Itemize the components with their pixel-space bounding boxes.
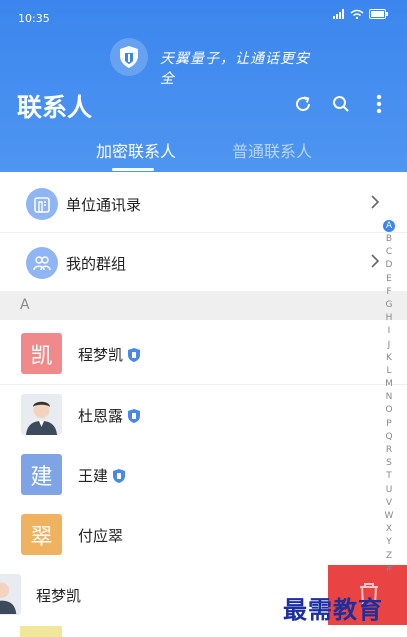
alphabet-letter[interactable]: W — [385, 510, 394, 523]
alphabet-letter[interactable]: T — [386, 470, 392, 483]
alphabet-letter[interactable]: G — [386, 299, 393, 312]
alphabet-letter[interactable]: L — [386, 365, 391, 378]
alphabet-letter[interactable]: F — [386, 286, 391, 299]
group-icon — [26, 247, 58, 279]
status-bar: 10:35 — [0, 0, 407, 34]
signal-icon — [333, 9, 344, 19]
alphabet-letter[interactable]: K — [386, 352, 392, 365]
alphabet-letter[interactable]: M — [385, 378, 393, 391]
brand-slogan: 天翼量子，让通话更安全 — [110, 38, 320, 87]
alphabet-letter[interactable]: J — [388, 339, 391, 352]
alphabet-letter[interactable]: N — [386, 391, 393, 404]
alphabet-letter[interactable]: I — [388, 325, 391, 338]
contact-row[interactable]: 翠 付应翠 — [0, 505, 407, 566]
contact-name: 王建 — [78, 467, 109, 485]
contact-row[interactable]: 建 王建 — [0, 445, 407, 506]
contact-tabs: 加密联系人 普通联系人 — [0, 134, 407, 172]
person-avatar-icon — [26, 401, 57, 435]
contact-name: 程梦凯 — [78, 346, 124, 364]
contact-name-row: 程梦凯 — [78, 344, 141, 365]
alphabet-letter[interactable]: D — [386, 259, 393, 272]
contact-row[interactable]: 凯 程梦凯 — [0, 324, 407, 385]
menu-label-org-directory: 单位通讯录 — [66, 196, 142, 214]
encrypted-shield-icon — [113, 469, 126, 483]
section-header-a: A — [0, 292, 407, 320]
alphabet-index[interactable]: A B C D E F G H I J K L M N O P Q R S T U V W X Y Z # — [378, 220, 400, 576]
contact-row[interactable]: 杜恩露 — [0, 385, 407, 446]
alphabet-letter[interactable]: B — [386, 233, 392, 246]
encrypted-shield-icon — [128, 409, 141, 423]
page-title: 联系人 — [17, 93, 93, 122]
more-vertical-icon — [376, 94, 382, 114]
wifi-icon — [350, 9, 364, 19]
alphabet-letter[interactable]: # — [385, 563, 393, 576]
refresh-icon — [296, 96, 311, 112]
tab-normal-contacts[interactable]: 普通联系人 — [232, 138, 312, 162]
chevron-right-icon — [371, 195, 380, 209]
watermark-text: 最需教育 — [283, 595, 383, 624]
section-letter: A — [20, 297, 30, 313]
header-actions — [293, 94, 389, 114]
slogan-text: 天翼量子，让通话更安全 — [160, 51, 310, 87]
avatar: 翠 — [21, 514, 62, 555]
alphabet-letter[interactable]: R — [386, 444, 392, 457]
contact-name: 付应翠 — [78, 527, 124, 545]
more-button[interactable] — [369, 94, 389, 114]
alphabet-letter[interactable]: U — [386, 484, 393, 497]
menu-label-my-groups: 我的群组 — [66, 255, 127, 273]
status-icons — [333, 9, 389, 19]
alphabet-letter[interactable]: X — [386, 523, 392, 536]
alphabet-letter[interactable]: A — [383, 220, 395, 232]
alphabet-letter[interactable]: E — [386, 273, 392, 286]
contact-name-row: 王建 — [78, 465, 126, 486]
alphabet-letter[interactable]: Z — [386, 550, 392, 563]
person-avatar-icon — [0, 582, 17, 614]
alphabet-letter[interactable]: S — [386, 457, 392, 470]
avatar — [0, 574, 21, 615]
shield-logo-icon — [110, 38, 148, 76]
app-header: 10:35 天翼量子，让通话更安全 联系人 加密联系人 普通联系人 — [0, 0, 407, 172]
menu-item-org-directory[interactable]: 单位通讯录 — [0, 174, 407, 233]
search-icon — [333, 96, 349, 112]
avatar: 建 — [21, 454, 62, 495]
avatar — [21, 394, 62, 435]
alphabet-letter[interactable]: P — [386, 418, 391, 431]
battery-icon — [369, 9, 388, 19]
encrypted-shield-icon — [128, 348, 141, 362]
alphabet-letter[interactable]: H — [386, 312, 393, 325]
building-icon — [26, 188, 58, 220]
tab-encrypted-contacts[interactable]: 加密联系人 — [96, 138, 176, 162]
contact-name: 杜恩露 — [78, 407, 124, 425]
alphabet-letter[interactable]: C — [386, 246, 392, 259]
alphabet-letter[interactable]: O — [385, 404, 392, 417]
active-tab-indicator — [112, 168, 154, 171]
alphabet-letter[interactable]: V — [386, 497, 392, 510]
status-time: 10:35 — [18, 12, 50, 25]
refresh-button[interactable] — [293, 94, 313, 114]
avatar: 凯 — [21, 333, 62, 374]
list-item — [20, 626, 62, 637]
alphabet-letter[interactable]: Y — [386, 536, 392, 549]
menu-item-my-groups[interactable]: 我的群组 — [0, 233, 407, 292]
alphabet-letter[interactable]: Q — [385, 431, 392, 444]
contact-name: 程梦凯 — [36, 587, 82, 605]
search-button[interactable] — [331, 94, 351, 114]
contact-name-row: 杜恩露 — [78, 405, 141, 426]
